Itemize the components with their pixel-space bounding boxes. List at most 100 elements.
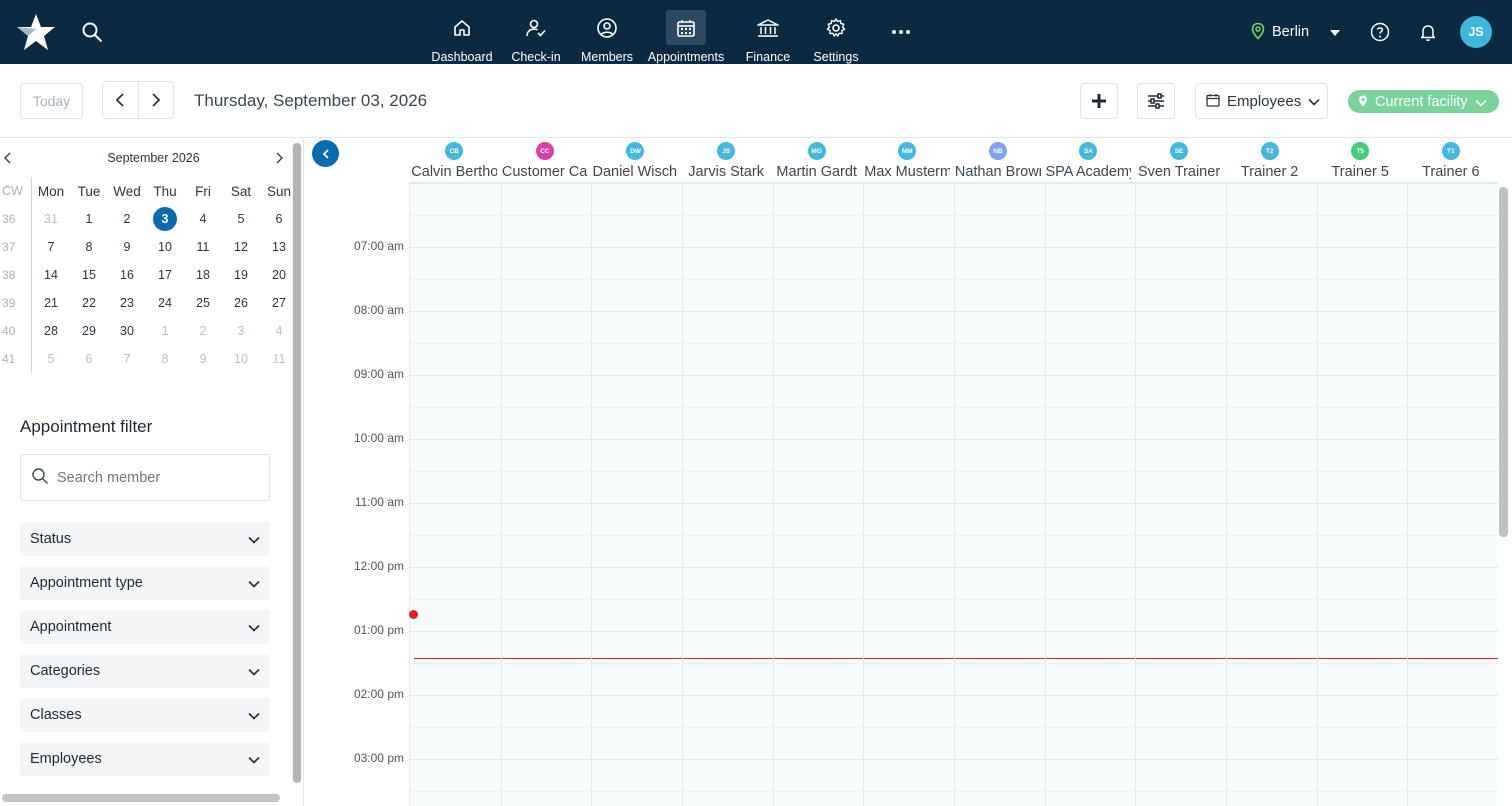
- day-cell[interactable]: 26: [222, 289, 260, 317]
- nav-item-check-in[interactable]: Check-in: [500, 0, 572, 64]
- day-cell[interactable]: 25: [184, 289, 222, 317]
- day-cell[interactable]: 14: [32, 261, 70, 289]
- filter-groups: Status Appointment type Appointment Categor…: [20, 522, 270, 786]
- day-cell[interactable]: 8: [70, 233, 108, 261]
- next-month-button[interactable]: [275, 151, 289, 167]
- day-cell[interactable]: 3: [222, 317, 260, 345]
- employee-column-header[interactable]: SE Sven Trainer: [1134, 139, 1225, 183]
- day-cell[interactable]: 1: [70, 205, 108, 233]
- user-avatar[interactable]: JS: [1460, 16, 1492, 48]
- day-cell[interactable]: 10: [146, 233, 184, 261]
- add-appointment-button[interactable]: [1080, 83, 1118, 119]
- day-cell[interactable]: 15: [70, 261, 108, 289]
- day-cell[interactable]: 11: [184, 233, 222, 261]
- more-options-icon[interactable]: [888, 20, 914, 44]
- day-cell[interactable]: 5: [222, 205, 260, 233]
- employee-avatar: SE: [1170, 142, 1189, 160]
- scrollbar-thumb[interactable]: [293, 143, 301, 783]
- column-divider: [954, 183, 955, 806]
- employee-column-header[interactable]: MG Martin Gardt: [771, 139, 862, 183]
- chevron-right-icon: [152, 93, 161, 107]
- employee-column-header[interactable]: JS Jarvis Stark: [681, 139, 772, 183]
- employee-column-header[interactable]: CB Calvin Berthold: [409, 139, 500, 183]
- filter-group-appointment[interactable]: Appointment: [20, 610, 270, 644]
- nav-item-appointments[interactable]: Appointments: [642, 0, 730, 64]
- day-cell[interactable]: 9: [184, 345, 222, 373]
- calendar-settings-button[interactable]: [1137, 83, 1175, 119]
- date-navigation: [102, 81, 174, 119]
- day-cell[interactable]: 10: [222, 345, 260, 373]
- nav-item-members[interactable]: Members: [572, 0, 642, 64]
- day-cell[interactable]: 22: [70, 289, 108, 317]
- day-cell[interactable]: 1: [146, 317, 184, 345]
- column-divider: [1135, 183, 1137, 806]
- day-cell[interactable]: 21: [32, 289, 70, 317]
- filter-group-classes[interactable]: Classes: [20, 698, 270, 732]
- employee-avatar: MG: [807, 142, 826, 160]
- facility-filter-chip[interactable]: Current facility: [1348, 90, 1499, 113]
- time-label: 10:00 am: [353, 431, 404, 445]
- day-cell[interactable]: 12: [222, 233, 260, 261]
- day-cell[interactable]: 19: [222, 261, 260, 289]
- employee-column-header[interactable]: SA SPA Academy: [1043, 139, 1134, 183]
- day-cell[interactable]: 29: [70, 317, 108, 345]
- time-label: 02:00 pm: [353, 687, 404, 701]
- day-cell[interactable]: 7: [32, 233, 70, 261]
- day-cell[interactable]: 28: [32, 317, 70, 345]
- schedule-grid[interactable]: [409, 183, 1498, 806]
- filter-group-appointment-type[interactable]: Appointment type: [20, 566, 270, 600]
- next-day-button[interactable]: [137, 82, 173, 118]
- help-icon[interactable]: [1368, 20, 1392, 44]
- left-panel-horizontal-scrollbar[interactable]: [2, 794, 280, 802]
- calendar-week-number: 40: [0, 317, 32, 345]
- day-cell[interactable]: 8: [146, 345, 184, 373]
- chevron-down-icon: [1475, 94, 1487, 110]
- left-panel-scrollbar[interactable]: [292, 143, 302, 783]
- day-cell[interactable]: 23: [108, 289, 146, 317]
- employee-column-header[interactable]: T2 Trainer 2: [1224, 139, 1315, 183]
- location-selector[interactable]: Berlin: [1250, 20, 1341, 44]
- day-cell[interactable]: 16: [108, 261, 146, 289]
- filter-group-categories[interactable]: Categories: [20, 654, 270, 688]
- day-cell[interactable]: 6: [70, 345, 108, 373]
- search-icon[interactable]: [80, 20, 104, 44]
- day-cell[interactable]: 24: [146, 289, 184, 317]
- employee-name: Nathan Brown: [954, 164, 1041, 180]
- day-cell[interactable]: 30: [108, 317, 146, 345]
- employee-column-header[interactable]: CC Customer Care: [500, 139, 591, 183]
- filter-group-status[interactable]: Status: [20, 522, 270, 556]
- employee-column-header[interactable]: DW Daniel Wischnewski: [590, 139, 681, 183]
- employee-column-header[interactable]: MM Max Mustermann: [862, 139, 953, 183]
- nav-item-finance[interactable]: Finance: [730, 0, 806, 64]
- day-cell[interactable]: 7: [108, 345, 146, 373]
- day-cell[interactable]: 4: [184, 205, 222, 233]
- day-cell[interactable]: 2: [184, 317, 222, 345]
- app-logo-star-icon[interactable]: [14, 12, 58, 52]
- day-cell[interactable]: 17: [146, 261, 184, 289]
- view-mode-select[interactable]: Employees: [1195, 83, 1328, 119]
- day-number: 31: [44, 212, 58, 226]
- day-cell-selected[interactable]: 3: [146, 205, 184, 233]
- day-cell[interactable]: 2: [108, 205, 146, 233]
- previous-day-button[interactable]: [103, 82, 138, 118]
- day-number: 13: [272, 240, 286, 254]
- day-cell[interactable]: 9: [108, 233, 146, 261]
- today-button[interactable]: Today: [20, 83, 83, 119]
- day-number: 11: [196, 240, 210, 254]
- nav-item-dashboard[interactable]: Dashboard: [424, 0, 500, 64]
- day-cell[interactable]: 18: [184, 261, 222, 289]
- employee-column-header[interactable]: T5 Trainer 5: [1315, 139, 1406, 183]
- calendar-toolbar: Today Thursday, September 03, 2026 Emplo…: [0, 64, 1512, 138]
- day-cell[interactable]: 5: [32, 345, 70, 373]
- employee-column-header[interactable]: NB Nathan Brown: [953, 139, 1044, 183]
- day-cell[interactable]: 31: [32, 205, 70, 233]
- notifications-bell-icon[interactable]: [1416, 20, 1440, 44]
- employee-column-header[interactable]: T1 Trainer 6: [1406, 139, 1497, 183]
- collapse-sidebar-button[interactable]: [312, 140, 339, 167]
- nav-item-settings[interactable]: Settings: [806, 0, 866, 64]
- day-number: 22: [82, 296, 96, 310]
- member-search-input[interactable]: [57, 469, 257, 486]
- calendar-scrollbar[interactable]: [1499, 187, 1508, 537]
- day-number: 6: [85, 352, 93, 366]
- filter-group-employees[interactable]: Employees: [20, 742, 270, 776]
